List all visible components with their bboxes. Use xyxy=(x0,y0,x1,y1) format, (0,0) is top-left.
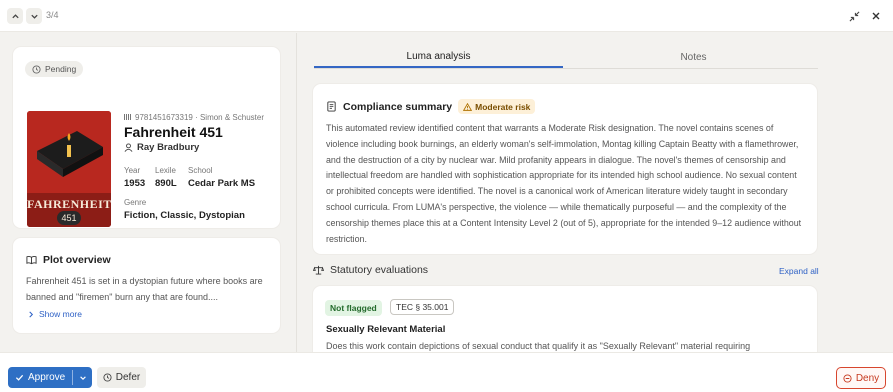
check-icon xyxy=(15,374,24,381)
plot-overview-title: Plot overview xyxy=(43,254,111,266)
compliance-text: This automated review identified content… xyxy=(326,123,802,244)
deny-circle-icon xyxy=(843,373,852,383)
scales-icon xyxy=(313,265,324,275)
risk-badge: Moderate risk xyxy=(458,99,536,114)
tab-luma-analysis[interactable]: Luma analysis xyxy=(314,46,563,68)
statutory-item-text: Does this work contain depictions of sex… xyxy=(326,341,751,351)
collapse-button[interactable] xyxy=(846,8,862,24)
next-button[interactable] xyxy=(26,8,42,24)
cover-title: FAHRENHEIT xyxy=(27,197,111,211)
approve-divider xyxy=(72,370,73,385)
tab-bar: Luma analysis Notes xyxy=(314,46,818,69)
cover-number: 451 xyxy=(57,211,81,225)
chevron-right-icon xyxy=(29,311,34,317)
status-badge: Pending xyxy=(25,61,84,77)
year-value: 1953 xyxy=(124,178,146,189)
chevron-down-icon xyxy=(30,14,38,19)
document-scan-icon xyxy=(327,101,336,112)
isbn-line: 9781451673319 · Simon & Schuster xyxy=(124,113,264,122)
statutory-item-card[interactable]: Not flagged TEC § 35.001 Sexually Releva… xyxy=(313,286,817,352)
book-card: Pending FAHRENHEIT 451 9781451673319 · S… xyxy=(13,47,280,228)
left-pane: Pending FAHRENHEIT 451 9781451673319 · S… xyxy=(0,33,296,352)
warning-icon xyxy=(463,102,473,111)
collapse-icon xyxy=(849,11,859,21)
chevron-up-icon xyxy=(11,13,19,18)
lexile-label: Lexile xyxy=(155,166,176,175)
action-bar: Approve Defer Deny xyxy=(0,352,893,392)
barcode-icon xyxy=(124,114,132,120)
show-more-label: Show more xyxy=(39,309,82,319)
school-label: School xyxy=(188,166,213,175)
previous-button[interactable] xyxy=(7,8,23,24)
chevron-down-icon[interactable] xyxy=(79,374,87,382)
approve-label: Approve xyxy=(28,372,66,383)
expand-all-link[interactable]: Expand all xyxy=(779,266,819,276)
lexile-value: 890L xyxy=(155,178,177,189)
author-name: Ray Bradbury xyxy=(137,142,200,153)
defer-button[interactable]: Defer xyxy=(97,367,146,388)
book-open-icon xyxy=(26,255,37,265)
compliance-heading: Compliance summary Moderate risk xyxy=(326,99,536,114)
statute-code-badge: TEC § 35.001 xyxy=(390,299,455,315)
genre-value: Fiction, Classic, Dystopian xyxy=(124,210,245,221)
show-more-link[interactable]: Show more xyxy=(28,309,82,319)
plot-overview-heading: Plot overview xyxy=(26,254,111,266)
item-counter: 3/4 xyxy=(46,10,59,20)
clock-icon xyxy=(32,64,41,74)
close-button[interactable] xyxy=(868,8,884,24)
defer-label: Defer xyxy=(115,372,141,383)
plot-overview-card: Plot overview Fahrenheit 451 is set in a… xyxy=(13,238,280,333)
top-bar: 3/4 xyxy=(0,0,893,32)
plot-overview-text: Fahrenheit 451 is set in a dystopian fut… xyxy=(26,276,263,302)
tab-notes[interactable]: Notes xyxy=(569,46,818,68)
deny-button[interactable]: Deny xyxy=(836,367,886,389)
year-label: Year xyxy=(124,166,141,175)
person-icon xyxy=(124,143,133,152)
author-row: Ray Bradbury xyxy=(124,142,199,153)
approve-button[interactable]: Approve xyxy=(8,367,92,388)
compliance-summary-card: Compliance summary Moderate risk This au… xyxy=(313,84,817,254)
status-label: Pending xyxy=(45,64,77,74)
clock-icon xyxy=(103,373,112,382)
genre-label: Genre xyxy=(124,198,147,207)
right-pane: Luma analysis Notes Compliance summary M… xyxy=(297,33,893,352)
isbn-publisher: 9781451673319 · Simon & Schuster xyxy=(135,113,264,122)
statutory-item-title: Sexually Relevant Material xyxy=(326,324,446,335)
statutory-heading: Statutory evaluations xyxy=(313,264,428,276)
book-title: Fahrenheit 451 xyxy=(124,124,223,140)
deny-label: Deny xyxy=(855,372,880,384)
close-icon xyxy=(872,12,880,20)
flag-status-badge: Not flagged xyxy=(325,300,382,316)
book-cover-image: FAHRENHEIT 451 xyxy=(27,111,111,227)
risk-badge-label: Moderate risk xyxy=(475,101,531,112)
statutory-title: Statutory evaluations xyxy=(330,264,429,276)
school-value: Cedar Park MS xyxy=(188,178,256,189)
compliance-title: Compliance summary xyxy=(343,100,453,113)
